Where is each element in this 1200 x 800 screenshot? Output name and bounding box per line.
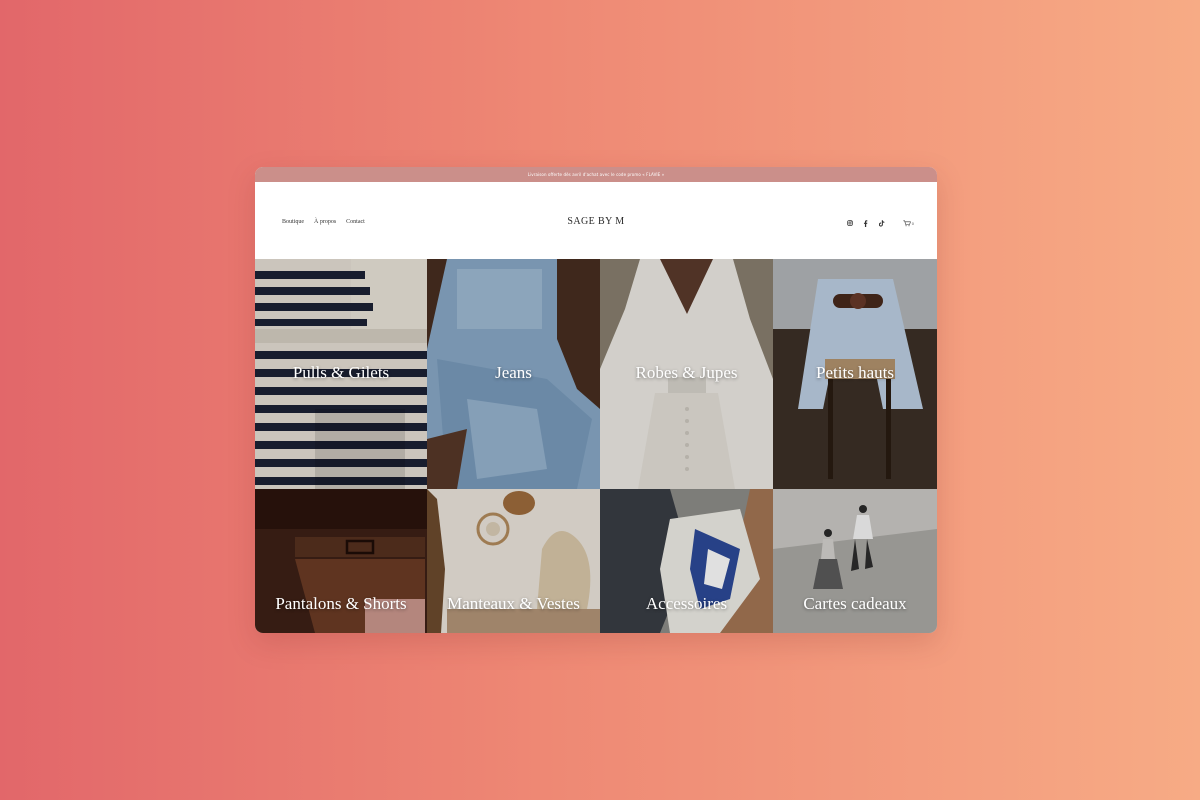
cart-button[interactable]: 0 <box>903 220 914 227</box>
category-tile-manteaux-vestes[interactable]: Manteaux & Vestes <box>427 489 600 633</box>
cart-count: 0 <box>911 220 914 226</box>
category-tile-pulls-gilets[interactable]: Pulls & Gilets <box>255 259 427 489</box>
site-logo[interactable]: SAGE BY M <box>255 216 937 227</box>
category-tile-jeans[interactable]: Jeans <box>427 259 600 489</box>
cart-icon <box>903 220 911 226</box>
category-tile-pantalons-shorts[interactable]: Pantalons & Shorts <box>255 489 427 633</box>
category-label: Accessoires <box>645 594 728 613</box>
category-tile-petits-hauts[interactable]: Petits hauts <box>773 259 937 489</box>
header-actions: 0 <box>838 219 914 227</box>
category-tile-robes-jupes[interactable]: Robes & Jupes <box>600 259 773 489</box>
category-label: Cartes cadeaux <box>803 594 907 613</box>
category-label: Robes & Jupes <box>635 363 738 382</box>
category-label: Manteaux & Vestes <box>447 594 580 613</box>
site-header: Boutique À propos Contact SAGE BY M 0 <box>255 182 937 259</box>
category-label: Petits hauts <box>816 363 894 382</box>
website-screenshot: Livraison offerte dès avril d'achat avec… <box>255 167 937 633</box>
category-label: Jeans <box>495 363 532 382</box>
category-label: Pulls & Gilets <box>292 363 390 382</box>
category-tile-cartes-cadeaux[interactable]: Cartes cadeaux <box>773 489 937 633</box>
category-label: Pantalons & Shorts <box>275 594 407 613</box>
facebook-icon[interactable] <box>862 219 870 227</box>
category-grid: Pulls & Gilets Jeans Robes & Jupes Petit… <box>255 259 937 633</box>
category-tile-accessoires[interactable]: Accessoires <box>600 489 773 633</box>
tiktok-icon[interactable] <box>878 219 886 227</box>
announcement-bar: Livraison offerte dès avril d'achat avec… <box>255 167 937 182</box>
instagram-icon[interactable] <box>846 219 854 227</box>
